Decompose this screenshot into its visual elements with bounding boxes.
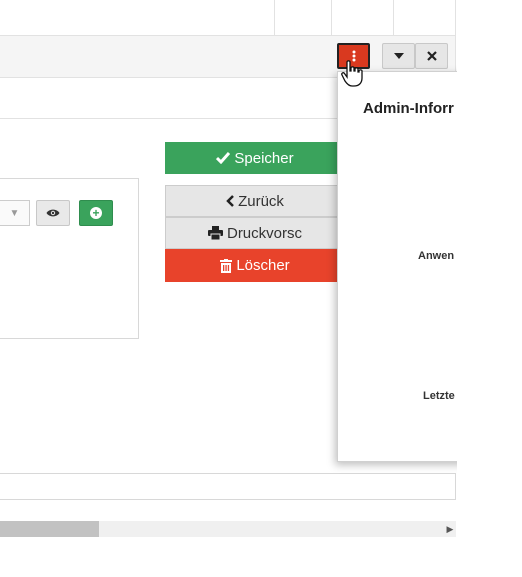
print-preview-button[interactable]: Druckvorsc [165,217,345,249]
table-column-divider [274,0,275,35]
times-icon [426,51,437,61]
close-button[interactable] [415,43,448,69]
print-label: Druckvorsc [226,224,302,242]
admin-info-title: Admin-Inforr [363,100,454,117]
scrollbar-thumb[interactable] [0,521,99,537]
back-label: Zurück [238,192,284,210]
table-footer-row [0,473,456,500]
back-button[interactable]: Zurück [165,185,345,217]
print-icon [207,226,223,240]
save-button[interactable]: Speicher [165,142,345,174]
add-button[interactable]: + [79,200,113,226]
view-button[interactable] [36,200,70,226]
caret-down-icon: ▼ [9,207,20,219]
select-dropdown[interactable]: ▼ [0,200,30,226]
eye-icon [46,209,60,217]
table-top-strip [0,0,456,35]
trash-icon [220,258,233,273]
page-margin [457,0,522,577]
hand-cursor-icon [341,60,363,87]
save-label: Speicher [234,149,294,167]
delete-label: Löscher [236,257,290,274]
caret-down-icon [393,53,404,59]
chevron-left-icon [226,195,234,207]
check-icon [216,152,231,164]
admin-info-label: Letzte [423,390,455,402]
admin-info-popover: Admin-Inforr Anwen Letzte [337,71,477,462]
delete-button[interactable]: Löscher [165,249,345,282]
table-column-divider [331,0,332,35]
collapse-button[interactable] [382,43,415,69]
table-column-divider [393,0,394,35]
plus-circle-icon: + [90,207,102,219]
scroll-right-arrow-icon[interactable]: ▶ [445,523,455,535]
admin-info-label: Anwen [418,250,455,262]
